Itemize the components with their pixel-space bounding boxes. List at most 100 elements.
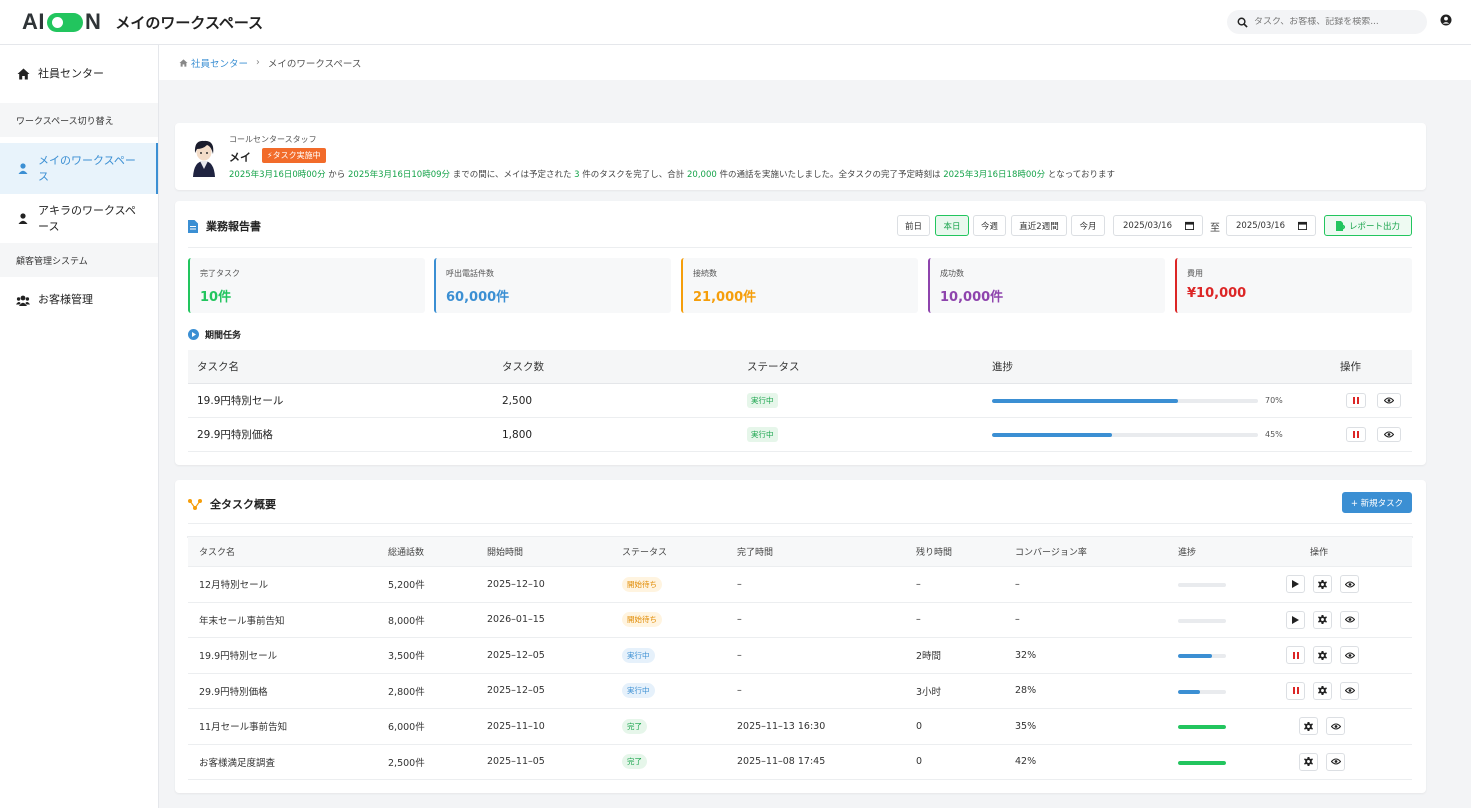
- gear-icon: [1318, 615, 1327, 624]
- view-button[interactable]: [1340, 575, 1359, 593]
- home-icon: [16, 68, 30, 80]
- conversion-rate: 42%: [1015, 756, 1037, 768]
- task-name: お客様満足度調査: [199, 757, 276, 769]
- sidebar-item-label: お客様管理: [38, 293, 93, 306]
- sidebar-section-crm: 顧客管理システム: [0, 243, 158, 277]
- stat-successes: 成功数 10,000件: [928, 258, 1165, 313]
- eye-icon: [1344, 580, 1355, 588]
- progress-bar: [1178, 725, 1226, 729]
- settings-button[interactable]: [1299, 752, 1318, 771]
- user-icon: [16, 213, 30, 224]
- settings-button[interactable]: [1313, 681, 1332, 700]
- eye-icon: [1344, 651, 1355, 659]
- date-to-input[interactable]: 2025/03/16: [1226, 215, 1316, 236]
- app-title: メイのワークスペース: [115, 13, 264, 32]
- remaining-time: 2時間: [916, 651, 942, 663]
- global-search[interactable]: [1227, 10, 1427, 34]
- table-row: 年末セール事前告知 8,000件 2026–01–15 開始待ち – – –: [188, 603, 1412, 638]
- pause-icon: [1353, 397, 1359, 404]
- start-time: 2025–12–05: [487, 685, 545, 697]
- pause-button[interactable]: [1286, 646, 1305, 664]
- sidebar-item-mei-workspace[interactable]: メイのワークスペース: [0, 143, 158, 194]
- sidebar-item-label: アキラのワークスペース: [38, 203, 136, 233]
- status-badge: 開始待ち: [622, 612, 662, 628]
- breadcrumb-home[interactable]: 社員センター: [179, 56, 248, 70]
- view-button[interactable]: [1377, 393, 1401, 408]
- total-calls: 2,800件: [388, 686, 425, 698]
- pause-button[interactable]: [1346, 427, 1366, 442]
- eye-icon: [1344, 687, 1355, 694]
- eye-icon: [1384, 431, 1394, 438]
- sidebar-item-employee-center[interactable]: 社員センター: [0, 45, 158, 103]
- view-button[interactable]: [1340, 646, 1359, 664]
- sitemap-icon: [188, 498, 202, 510]
- total-calls: 3,500件: [388, 651, 425, 663]
- start-button[interactable]: [1286, 610, 1305, 629]
- status-badge: 完了: [622, 718, 647, 734]
- eye-icon: [1330, 722, 1341, 730]
- range-today-button[interactable]: 本日: [935, 215, 969, 236]
- profile-name: メイ: [229, 151, 251, 164]
- settings-button[interactable]: [1313, 610, 1332, 629]
- breadcrumb-current: メイのワークスペース: [267, 58, 362, 70]
- table-row: 19.9円特別セール 3,500件 2025–12–05 実行中 – 2時間 32%: [188, 638, 1412, 674]
- end-time: –: [737, 685, 742, 697]
- view-button[interactable]: [1326, 752, 1345, 771]
- sidebar-item-customer-management[interactable]: お客様管理: [0, 277, 158, 323]
- progress-bar: [1178, 760, 1226, 765]
- start-time: 2026–01–15: [487, 614, 545, 626]
- pause-button[interactable]: [1346, 393, 1366, 408]
- pause-button[interactable]: [1286, 681, 1305, 700]
- table-row: 12月特別セール 5,200件 2025–12–10 開始待ち – – –: [188, 567, 1412, 603]
- range-last-2-weeks-button[interactable]: 直近2週間: [1011, 215, 1067, 236]
- logo-mark: [47, 12, 83, 32]
- settings-button[interactable]: [1299, 717, 1318, 735]
- start-time: 2025–11–05: [487, 756, 545, 768]
- settings-button[interactable]: [1313, 575, 1332, 593]
- range-this-month-button[interactable]: 今月: [1071, 215, 1105, 236]
- settings-button[interactable]: [1313, 646, 1332, 664]
- status-badge: ⚡タスク実施中: [262, 148, 326, 163]
- start-button[interactable]: [1286, 575, 1305, 593]
- progress-bar: [1178, 689, 1226, 694]
- account-icon[interactable]: [1440, 14, 1452, 29]
- range-this-week-button[interactable]: 今週: [973, 215, 1006, 236]
- sidebar-item-label: メイのワークスペース: [38, 153, 136, 183]
- avatar: [189, 137, 219, 177]
- table-row: 19.9円特別セール 2,500 実行中 70%: [188, 384, 1412, 418]
- eye-icon: [1330, 758, 1341, 765]
- date-from-input[interactable]: 2025/03/16: [1113, 215, 1203, 236]
- conversion-rate: 32%: [1015, 649, 1037, 661]
- search-input[interactable]: [1254, 17, 1424, 27]
- total-calls: 2,500件: [388, 757, 425, 769]
- calendar-icon: [1185, 221, 1194, 230]
- divider: [188, 523, 1412, 524]
- aioon-logo[interactable]: AI N: [22, 9, 101, 35]
- view-button[interactable]: [1326, 717, 1345, 735]
- gear-icon: [1318, 579, 1327, 589]
- export-report-button[interactable]: レポート出力: [1324, 215, 1412, 236]
- profile-card: コールセンタースタッフ メイ ⚡タスク実施中 2025年3月16日0時00分 か…: [175, 123, 1426, 190]
- status-badge: 実行中: [622, 647, 655, 663]
- new-task-button[interactable]: + 新規タスク: [1342, 492, 1412, 513]
- remaining-time: 3小时: [916, 686, 942, 698]
- progress-bar: [992, 433, 1258, 437]
- sidebar: 社員センター ワークスペース切り替え メイのワークスペース アキラのワークスペー…: [0, 45, 159, 808]
- view-button[interactable]: [1340, 681, 1359, 700]
- profile-role: コールセンタースタッフ: [229, 135, 317, 144]
- play-icon: [1292, 580, 1299, 588]
- sidebar-section-workspace-switch: ワークスペース切り替え: [0, 103, 158, 137]
- view-button[interactable]: [1377, 427, 1401, 442]
- view-button[interactable]: [1340, 610, 1359, 629]
- progress-label: 70%: [1265, 396, 1283, 405]
- business-report-card: 業務報告書 前日 本日 今週 直近2週間 今月 2025/03/16 至 202…: [175, 201, 1426, 465]
- task-name: 19.9円特別セール: [199, 651, 278, 663]
- home-icon: [179, 58, 188, 67]
- sidebar-item-akira-workspace[interactable]: アキラのワークスペース: [0, 194, 158, 243]
- status-badge: 実行中: [747, 393, 778, 408]
- search-icon: [1237, 17, 1248, 28]
- range-prev-day-button[interactable]: 前日: [897, 215, 930, 236]
- sidebar-item-label: 社員センター: [38, 67, 104, 80]
- top-bar: AI N メイのワークスペース: [0, 0, 1471, 45]
- progress-bar: [1178, 583, 1226, 587]
